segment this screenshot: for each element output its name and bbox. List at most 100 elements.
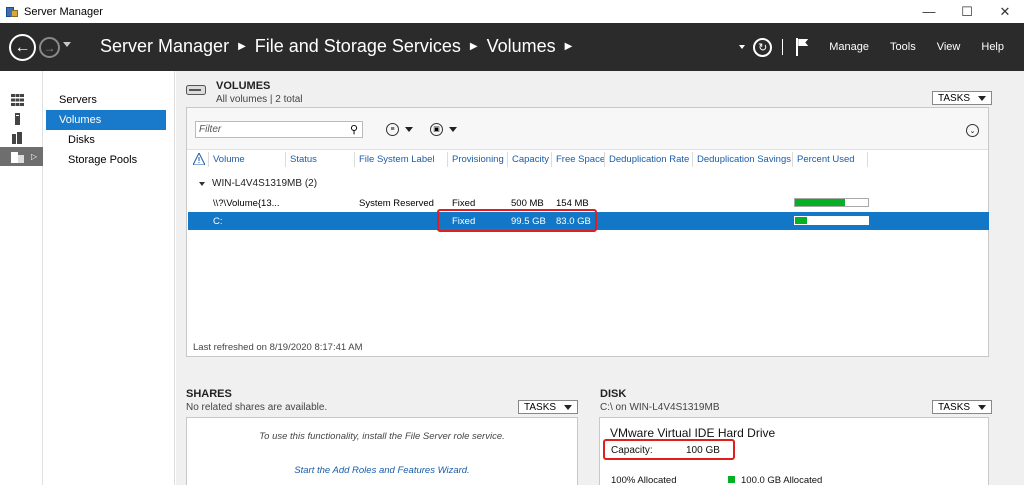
nav-item-storage-pools[interactable]: Storage Pools [46,150,166,170]
allocated-legend-swatch [728,476,735,483]
chevron-right-icon: ▶ [238,41,246,52]
servers-icon [12,131,22,144]
disk-tasks-button[interactable]: TASKS [932,400,993,414]
shares-message: To use this functionality, install the F… [259,431,505,442]
all-servers-icon[interactable] [0,128,43,147]
volumes-panel: Filter ⚲ ≡ ▣ ⌄ Volume Status File System… [186,107,989,357]
server-group-row[interactable]: WIN-L4V4S1319MB (2) [199,178,317,189]
refresh-dropdown-icon[interactable] [739,45,746,49]
header-divider [782,39,784,55]
column-separator [208,152,209,167]
refresh-icon[interactable]: ↻ [753,37,773,57]
column-header-provisioning[interactable]: Provisioning [452,154,504,165]
cell-capacity: 500 MB [511,198,544,209]
disk-allocated-label: 100% Allocated [611,475,677,485]
column-separator [551,152,552,167]
highlight-box [603,439,735,460]
close-button[interactable]: ✕ [986,0,1024,23]
chevron-down-icon [405,126,413,132]
dashboard-grid-icon [11,93,24,106]
volume-drive-icon [186,85,206,95]
window-title: Server Manager [24,5,103,18]
chevron-down-icon [978,95,987,101]
menu-view[interactable]: View [937,41,961,53]
column-separator [354,152,355,167]
volumes-tasks-button[interactable]: TASKS [932,91,993,105]
column-separator [604,152,605,167]
shares-subtitle: No related shares are available. [186,402,328,413]
volumes-column-headers: Volume Status File System Label Provisio… [187,150,988,170]
disk-panel: VMware Virtual IDE Hard Drive Capacity: … [599,417,989,485]
disk-subtitle: C:\ on WIN-L4V4S1319MB [600,402,720,413]
menu-tools[interactable]: Tools [890,41,916,53]
column-header-status[interactable]: Status [290,154,317,165]
cell-provisioning: Fixed [452,198,476,209]
disk-name: VMware Virtual IDE Hard Drive [610,426,776,440]
chevron-down-icon [449,126,457,132]
main-content: VOLUMES All volumes | 2 total TASKS Filt… [176,71,1024,485]
last-refreshed: Last refreshed on 8/19/2020 8:17:41 AM [193,342,363,353]
warning-icon[interactable] [193,153,205,165]
column-header-free-space[interactable]: Free Space [556,154,605,165]
title-bar: Server Manager — ☐ ✕ [0,0,1024,23]
breadcrumb: Server Manager ▶ File and Storage Servic… [100,36,581,57]
chevron-down-icon [564,404,573,410]
server-manager-icon [6,6,18,18]
filter-input[interactable]: Filter ⚲ [195,121,363,138]
column-separator [792,152,793,167]
column-separator [507,152,508,167]
list-icon: ≡ [386,122,399,136]
app-header: ← → Server Manager ▶ File and Storage Se… [0,23,1024,71]
breadcrumb-item[interactable]: File and Storage Services [255,36,461,57]
collapse-icon[interactable] [199,181,205,186]
column-header-capacity[interactable]: Capacity [512,154,549,165]
column-header-deduplication-savings[interactable]: Deduplication Savings [697,154,791,165]
columns-menu-button[interactable]: ≡ [386,121,413,137]
file-storage-icon[interactable]: ▷ [0,147,43,166]
column-separator [447,152,448,167]
column-header-deduplication-rate[interactable]: Deduplication Rate [609,154,689,165]
icon-rail: ▷ [0,71,43,485]
chevron-right-icon: ▶ [469,41,478,52]
expand-icon[interactable]: ⌄ [966,124,979,137]
percent-used-fill [795,217,808,224]
shares-panel: To use this functionality, install the F… [186,417,578,485]
save-icon: ▣ [430,122,443,136]
column-header-volume[interactable]: Volume [213,154,245,165]
chevron-right-icon: ▷ [31,152,38,161]
cell-label: System Reserved [359,198,434,209]
history-dropdown-icon[interactable] [63,42,71,47]
dashboard-icon[interactable] [0,90,43,109]
flag-icon[interactable] [795,38,809,56]
column-separator [285,152,286,167]
server-group-label: WIN-L4V4S1319MB (2) [212,178,318,189]
highlight-box [437,209,597,232]
minimize-button[interactable]: — [910,0,948,23]
tasks-label: TASKS [524,401,557,413]
volumes-toolbar: Filter ⚲ ≡ ▣ ⌄ [187,108,988,150]
column-header-percent-used[interactable]: Percent Used [797,154,855,165]
nav-item-volumes[interactable]: Volumes [46,110,166,130]
chevron-right-icon[interactable]: ▶ [565,41,573,52]
navigation-panel: Servers Volumes Disks Storage Pools [43,71,175,485]
nav-item-servers[interactable]: Servers [46,90,166,110]
search-icon[interactable]: ⚲ [350,123,358,138]
forward-icon[interactable]: → [39,37,60,58]
nav-item-disks[interactable]: Disks [46,130,166,150]
disk-title: DISK [600,388,627,400]
back-icon[interactable]: ← [9,34,36,61]
menu-manage[interactable]: Manage [829,41,869,53]
file-storage-services-icon [11,151,24,163]
column-separator [867,152,868,167]
add-roles-link[interactable]: Start the Add Roles and Features Wizard. [187,465,577,476]
breadcrumb-item[interactable]: Server Manager [100,36,229,57]
breadcrumb-item[interactable]: Volumes [487,36,556,57]
save-query-button[interactable]: ▣ [430,121,457,137]
window-controls: — ☐ ✕ [910,0,1024,23]
local-server-icon[interactable] [0,109,43,128]
column-header-file-system-label[interactable]: File System Label [359,154,435,165]
maximize-button[interactable]: ☐ [948,0,986,23]
shares-tasks-button[interactable]: TASKS [518,400,579,414]
menu-help[interactable]: Help [981,41,1004,53]
shares-title: SHARES [186,388,232,400]
